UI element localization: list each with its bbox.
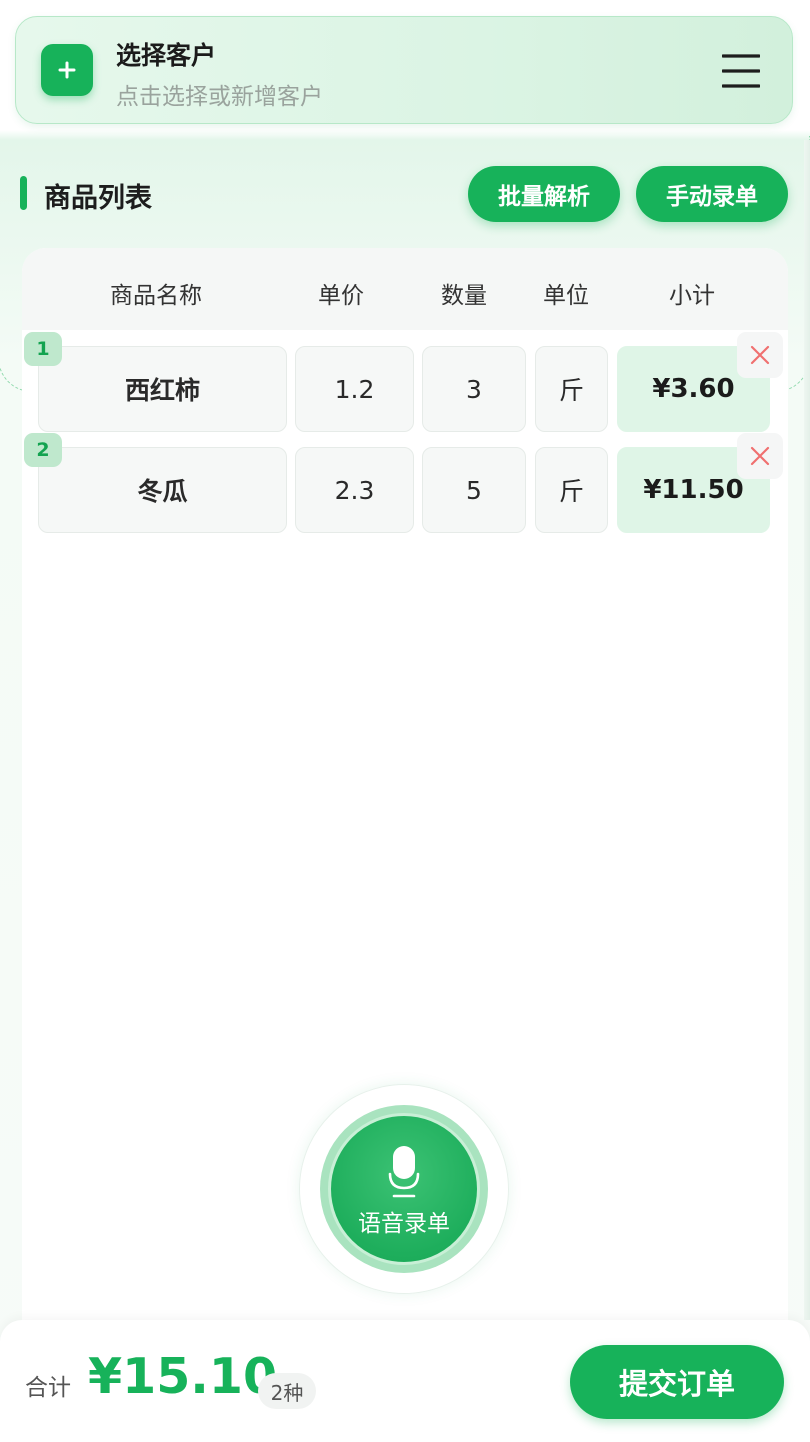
submit-order-button[interactable]: 提交订单 [570,1345,784,1419]
row-index-badge: 1 [24,332,62,366]
section-accent-bar [20,176,27,210]
customer-title: 选择客户 [116,41,217,70]
delete-row-button[interactable] [737,433,783,479]
unit-cell[interactable]: 斤 [535,346,608,432]
unit-price-cell[interactable]: 1.2 [295,346,414,432]
total-amount: ¥15.10 [88,1348,278,1405]
table-row: 冬瓜 2.3 5 斤 ¥11.50 2 [0,433,810,535]
close-icon [750,446,770,466]
header-qty: 数量 [441,283,487,309]
plus-icon [58,61,76,79]
quantity-cell[interactable]: 5 [422,447,526,533]
product-name-cell[interactable]: 西红柿 [38,346,287,432]
delete-row-button[interactable] [737,332,783,378]
close-icon [750,345,770,365]
page-edge [804,140,810,1320]
unit-cell[interactable]: 斤 [535,447,608,533]
product-name-cell[interactable]: 冬瓜 [38,447,287,533]
header-unit: 单位 [543,283,589,309]
header-price: 单价 [318,283,364,309]
header-subtotal: 小计 [669,283,715,309]
header-name: 商品名称 [110,283,202,309]
microphone-icon [388,1146,420,1198]
voice-order-label: 语音录单 [358,1211,450,1237]
hamburger-menu-icon[interactable] [722,53,760,89]
add-customer-button[interactable] [41,44,93,96]
customer-subtitle: 点击选择或新增客户 [116,84,323,110]
item-kinds-badge: 2种 [258,1373,316,1409]
total-label: 合计 [25,1375,71,1401]
manual-entry-button[interactable]: 手动录单 [636,166,788,222]
unit-price-cell[interactable]: 2.3 [295,447,414,533]
table-row: 西红柿 1.2 3 斤 ¥3.60 1 [0,332,810,434]
batch-parse-button[interactable]: 批量解析 [468,166,620,222]
quantity-cell[interactable]: 3 [422,346,526,432]
row-index-badge: 2 [24,433,62,467]
section-title: 商品列表 [44,183,152,214]
